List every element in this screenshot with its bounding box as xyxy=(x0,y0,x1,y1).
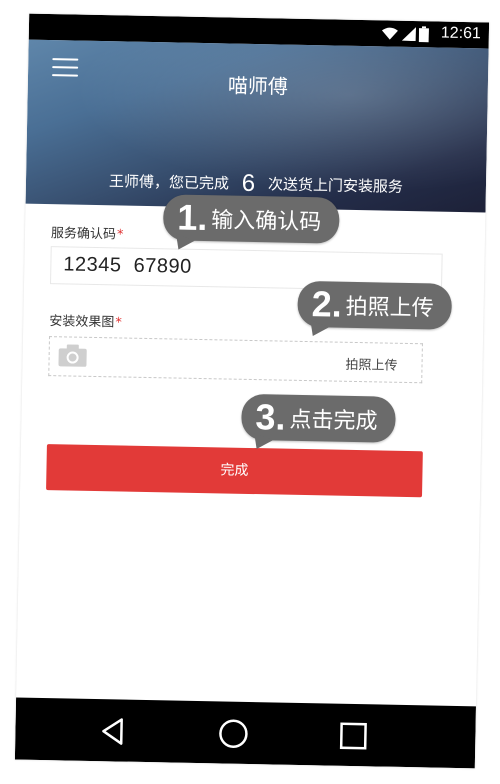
completion-suffix: 次送货上门安装服务 xyxy=(267,175,404,196)
callout-number: 2. xyxy=(311,283,343,325)
callout-step-3: 3. 点击完成 xyxy=(241,393,396,454)
navigation-bar xyxy=(14,697,476,769)
app-title: 喵师傅 xyxy=(227,73,289,99)
signal-icon xyxy=(401,27,417,42)
callout-number: 1. xyxy=(176,196,208,239)
required-mark: * xyxy=(116,227,124,243)
photo-upload-button[interactable]: 拍照上传 xyxy=(48,336,423,384)
photo-upload-label: 拍照上传 xyxy=(345,357,398,374)
completion-prefix: 王师傅，您已完成 xyxy=(108,172,230,193)
callout-text: 拍照上传 xyxy=(345,294,434,322)
wifi-icon xyxy=(381,27,398,40)
recents-square-icon[interactable] xyxy=(337,720,370,753)
screenshot-stage: 12:61 喵师傅 王师傅，您已完成 6 次送货上门安装服务 服务确认码* 12… xyxy=(0,0,500,784)
code-label: 服务确认码* xyxy=(51,222,124,242)
callout-number: 3. xyxy=(255,396,286,438)
back-triangle-icon[interactable] xyxy=(97,715,130,748)
status-time: 12:61 xyxy=(440,24,482,43)
callout-step-1: 1. 输入确认码 xyxy=(162,194,340,254)
phone-screen: 12:61 喵师傅 王师傅，您已完成 6 次送货上门安装服务 服务确认码* 12… xyxy=(14,13,490,769)
callout-text: 点击完成 xyxy=(289,407,378,435)
submit-button[interactable]: 完成 xyxy=(46,444,423,498)
header-banner: 喵师傅 王师傅，您已完成 6 次送货上门安装服务 xyxy=(25,39,489,213)
battery-icon xyxy=(418,26,429,43)
required-mark: * xyxy=(115,315,122,331)
callout-step-2: 2. 拍照上传 xyxy=(297,280,453,341)
code-label-text: 服务确认码 xyxy=(50,226,117,243)
photo-label: 安装效果图* xyxy=(49,310,122,330)
callout-text: 输入确认码 xyxy=(211,208,322,236)
home-circle-icon[interactable] xyxy=(217,717,250,750)
camera-icon xyxy=(58,344,87,367)
confirmation-code-value: 12345 67890 xyxy=(63,253,192,278)
completion-count: 6 xyxy=(241,169,256,198)
status-icons xyxy=(381,25,429,43)
photo-label-text: 安装效果图 xyxy=(49,314,115,331)
